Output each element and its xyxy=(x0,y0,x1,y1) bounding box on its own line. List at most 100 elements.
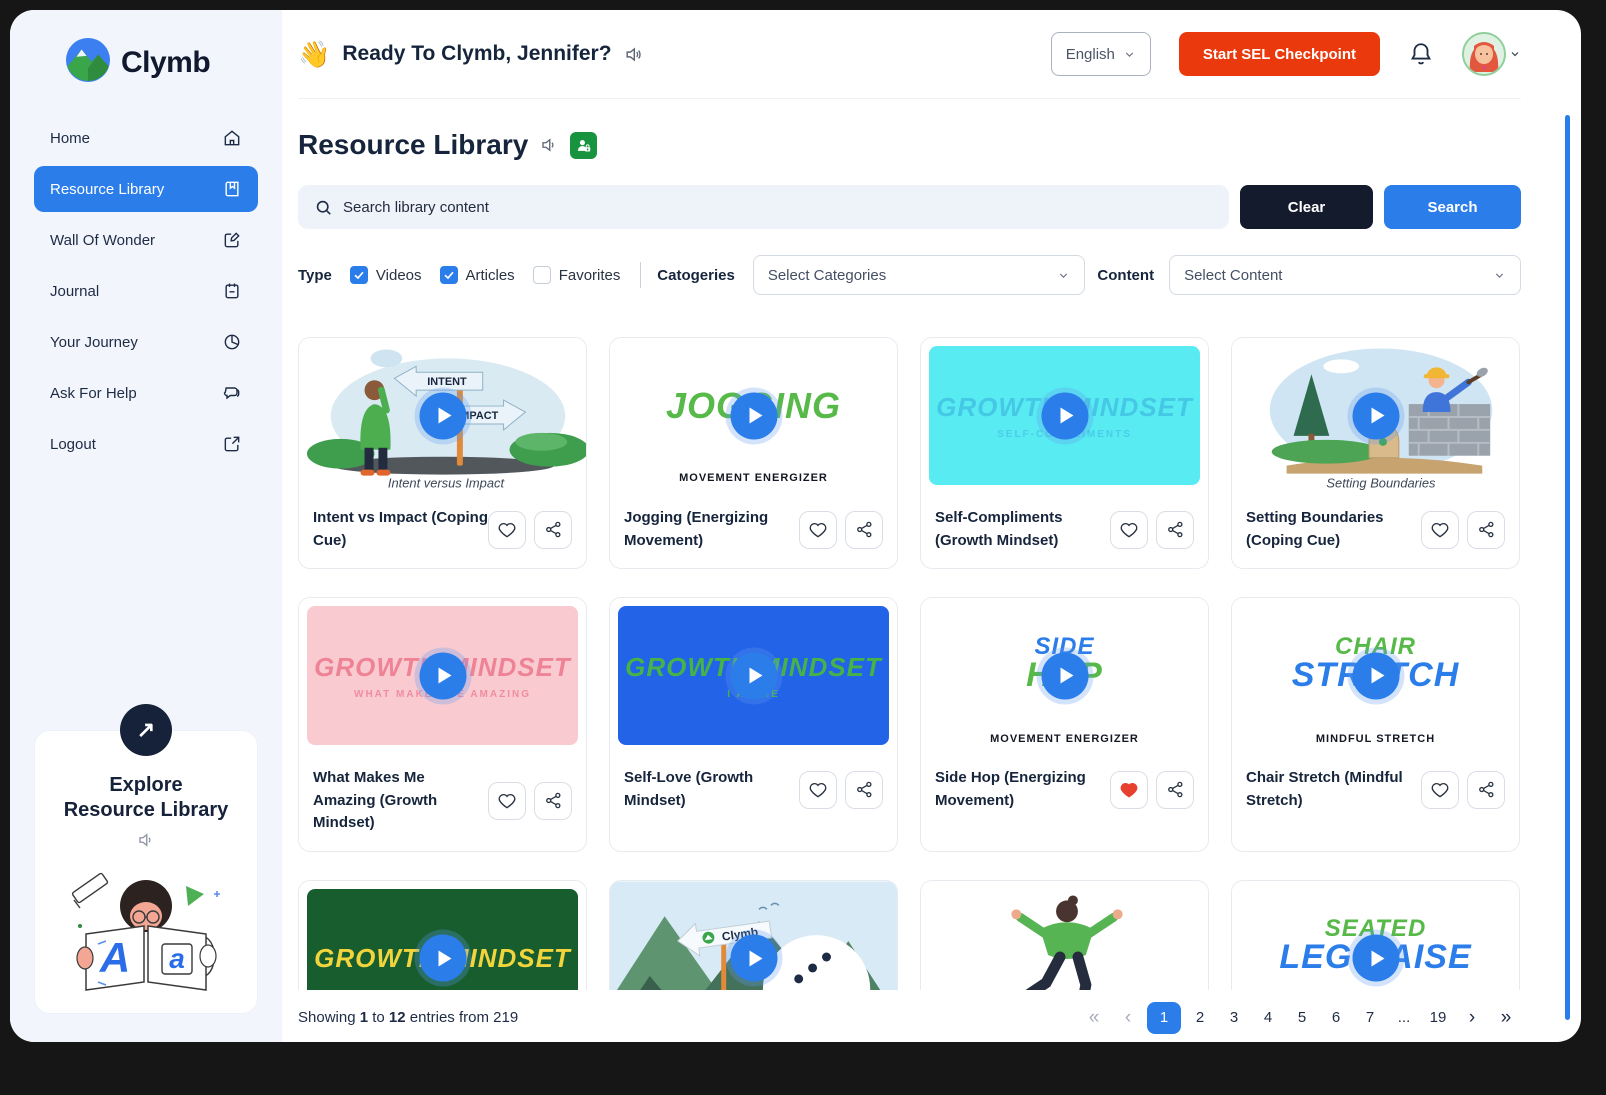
first-page-button[interactable]: « xyxy=(1079,1002,1109,1034)
sidebar-item-logout[interactable]: Logout xyxy=(34,421,258,467)
title-audio-button[interactable] xyxy=(540,136,558,154)
card-thumbnail[interactable]: GROWTH MINDSET I AM ME xyxy=(610,598,897,753)
sidebar-item-wall-of-wonder[interactable]: Wall Of Wonder xyxy=(34,217,258,263)
last-page-button[interactable]: » xyxy=(1491,1002,1521,1034)
sidebar-item-label: Home xyxy=(50,130,90,147)
page-button-5[interactable]: 5 xyxy=(1287,1002,1317,1034)
card-grid: INTENT IMPACT Intent versus Impact xyxy=(298,337,1521,990)
share-button[interactable] xyxy=(534,782,572,820)
play-button[interactable] xyxy=(730,392,777,439)
share-button[interactable] xyxy=(534,511,572,549)
clear-button[interactable]: Clear xyxy=(1240,185,1373,229)
card-thumbnail[interactable]: GROWTH MINDSET WHAT MAKES ME AMAZING xyxy=(299,598,586,753)
checkbox[interactable] xyxy=(533,266,551,284)
card-thumbnail[interactable]: GROWTH MINDSET SELF-COMPLIMENTS xyxy=(921,338,1208,493)
filter-checkbox-videos[interactable]: Videos xyxy=(350,266,422,284)
card-thumbnail[interactable]: SIDE HOP MOVEMENT ENERGIZER xyxy=(921,598,1208,753)
notifications-bell-icon[interactable] xyxy=(1408,41,1434,67)
greeting-audio-button[interactable] xyxy=(624,45,643,64)
thumbnail-tagline: MOVEMENT ENERGIZER xyxy=(610,472,897,484)
resource-card: GROWTH MINDSET WHAT MAKES ME AMAZING xyxy=(298,597,587,852)
sidebar-item-your-journey[interactable]: Your Journey xyxy=(34,319,258,365)
share-button[interactable] xyxy=(845,771,883,809)
play-button[interactable] xyxy=(730,652,777,699)
heart-icon xyxy=(1430,780,1450,800)
person-lock-badge[interactable] xyxy=(570,132,597,159)
play-button[interactable] xyxy=(419,392,466,439)
page-button-19[interactable]: 19 xyxy=(1423,1002,1453,1034)
sidebar-item-ask-for-help[interactable]: Ask For Help xyxy=(34,370,258,416)
clymb-logo-icon xyxy=(66,38,110,87)
page-button-6[interactable]: 6 xyxy=(1321,1002,1351,1034)
favorite-button[interactable] xyxy=(1421,771,1459,809)
categories-select[interactable]: Select Categories xyxy=(753,255,1086,295)
explore-audio-button[interactable] xyxy=(45,831,247,854)
thumbnail-tagline: MOVEMENT ENERGIZER xyxy=(921,734,1208,744)
share-button[interactable] xyxy=(1467,771,1505,809)
checkbox[interactable] xyxy=(440,266,458,284)
card-thumbnail[interactable]: Setting Boundaries xyxy=(1232,338,1519,493)
user-menu[interactable] xyxy=(1462,32,1521,76)
card-title: Self-Love (Growth Mindset) xyxy=(624,767,799,812)
play-icon xyxy=(438,408,451,424)
share-icon xyxy=(544,520,563,539)
app-title: Clymb xyxy=(121,46,210,80)
card-thumbnail[interactable]: INTENT IMPACT Intent versus Impact xyxy=(299,338,586,493)
play-button[interactable] xyxy=(1041,392,1088,439)
resource-card: GROWTH MINDSET SELF-COMPLIMENTS xyxy=(920,337,1209,569)
resource-card: GROWTH MINDSET I AM ME xyxy=(609,597,898,852)
card-thumbnail[interactable]: Clymb xyxy=(610,881,897,990)
favorite-button[interactable] xyxy=(1110,771,1148,809)
play-button[interactable] xyxy=(419,935,466,982)
play-button[interactable] xyxy=(730,935,777,982)
filter-checkbox-favorites[interactable]: Favorites xyxy=(533,266,621,284)
favorite-button[interactable] xyxy=(488,511,526,549)
favorite-button[interactable] xyxy=(799,511,837,549)
play-button[interactable] xyxy=(1041,652,1088,699)
filter-checkbox-articles[interactable]: Articles xyxy=(440,266,515,284)
sidebar-item-home[interactable]: Home xyxy=(34,115,258,161)
resource-card: SEATED LEG RAISE xyxy=(1231,880,1520,990)
prev-page-button[interactable]: ‹ xyxy=(1113,1002,1143,1034)
content-select[interactable]: Select Content xyxy=(1169,255,1521,295)
favorite-button[interactable] xyxy=(488,782,526,820)
sidebar-item-journal[interactable]: Journal xyxy=(34,268,258,314)
favorite-button[interactable] xyxy=(1421,511,1459,549)
card-thumbnail[interactable] xyxy=(921,881,1208,990)
page-button-7[interactable]: 7 xyxy=(1355,1002,1385,1034)
explore-arrow-button[interactable]: ↗ xyxy=(120,704,172,756)
favorite-button[interactable] xyxy=(799,771,837,809)
page-button-4[interactable]: 4 xyxy=(1253,1002,1283,1034)
share-button[interactable] xyxy=(845,511,883,549)
language-select[interactable]: English xyxy=(1051,32,1151,76)
start-sel-checkpoint-button[interactable]: Start SEL Checkpoint xyxy=(1179,32,1380,76)
chevron-down-icon xyxy=(1123,48,1136,61)
share-button[interactable] xyxy=(1156,511,1194,549)
page-button-3[interactable]: 3 xyxy=(1219,1002,1249,1034)
play-button[interactable] xyxy=(1352,935,1399,982)
sidebar-item-label: Resource Library xyxy=(50,181,164,198)
share-button[interactable] xyxy=(1467,511,1505,549)
search-button[interactable]: Search xyxy=(1384,185,1521,229)
card-thumbnail[interactable]: SEATED LEG RAISE xyxy=(1232,881,1519,990)
share-icon xyxy=(1477,520,1496,539)
play-button[interactable] xyxy=(1352,392,1399,439)
main-content: 👋 Ready To Clymb, Jennifer? English Star… xyxy=(282,10,1581,1042)
sidebar-item-resource-library[interactable]: Resource Library xyxy=(34,166,258,212)
vertical-scrollbar[interactable] xyxy=(1565,115,1570,1020)
play-button[interactable] xyxy=(419,652,466,699)
favorite-button[interactable] xyxy=(1110,511,1148,549)
explore-resource-library-card[interactable]: ↗ Explore Resource Library xyxy=(10,704,282,1042)
avatar[interactable] xyxy=(1462,32,1506,76)
play-button[interactable] xyxy=(1352,652,1399,699)
card-thumbnail[interactable]: GROWTH MINDSET xyxy=(299,881,586,990)
checkbox[interactable] xyxy=(350,266,368,284)
page-button-2[interactable]: 2 xyxy=(1185,1002,1215,1034)
search-input[interactable] xyxy=(343,199,1213,216)
share-button[interactable] xyxy=(1156,771,1194,809)
page-button-1[interactable]: 1 xyxy=(1147,1002,1181,1034)
card-thumbnail[interactable]: JOGGING MOVEMENT ENERGIZER xyxy=(610,338,897,493)
card-thumbnail[interactable]: CHAIR STRETCH MINDFUL STRETCH xyxy=(1232,598,1519,753)
next-page-button[interactable]: › xyxy=(1457,1002,1487,1034)
type-checkboxes: Videos Articles Favorites xyxy=(332,266,620,284)
